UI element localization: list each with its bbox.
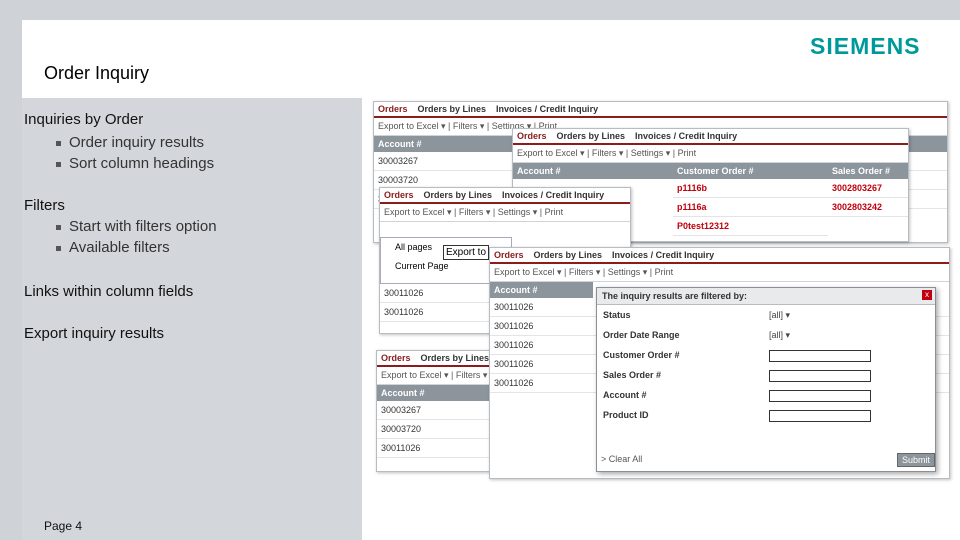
footer-copyright: For internal use only / © Siemens Indust… — [632, 526, 912, 540]
bullet-icon — [56, 161, 61, 167]
tab-orders[interactable]: Orders — [381, 353, 411, 363]
section-links: Links within column fields — [24, 283, 194, 300]
tab-orders[interactable]: Orders — [517, 131, 547, 141]
submit-button[interactable]: Submit — [897, 453, 936, 467]
toolbar: Export to Excel ▾ | Filters ▾ | Settings… — [380, 204, 630, 222]
table-row: 30003720 — [377, 420, 490, 439]
bullet-icon — [56, 224, 61, 230]
toolbar: Export to Excel ▾ | Filters ▾ | Settings… — [377, 367, 490, 385]
bullet-item: Start with filters option — [56, 218, 217, 235]
customer-order-input[interactable] — [769, 350, 871, 362]
bullet-icon — [56, 140, 61, 146]
bullet-item: Order inquiry results — [56, 134, 204, 151]
col-account[interactable]: Account # — [377, 385, 490, 401]
tab-orders-by-lines[interactable]: Orders by Lines — [534, 250, 603, 260]
filter-label: Product ID — [603, 410, 649, 420]
section-export: Export inquiry results — [24, 325, 165, 342]
toolbar: Export to Excel ▾ | Filters ▾ | Settings… — [490, 264, 949, 282]
tab-invoices[interactable]: Invoices / Credit Inquiry — [612, 250, 714, 260]
section-filters: Filters — [24, 197, 65, 214]
filter-title: The inquiry results are filtered by: — [597, 288, 935, 305]
bullet-item: Sort column headings — [56, 155, 214, 172]
col-customer-order[interactable]: Customer Order # — [673, 163, 828, 179]
close-icon[interactable]: x — [922, 290, 932, 300]
account-input[interactable] — [769, 390, 871, 402]
tab-orders[interactable]: Orders — [384, 190, 414, 200]
link-sales-order[interactable]: 3002803267 — [828, 179, 908, 198]
sales-order-input[interactable] — [769, 370, 871, 382]
clear-all-link[interactable]: > Clear All — [601, 454, 642, 464]
filter-label: Customer Order # — [603, 350, 680, 360]
tab-orders-by-lines[interactable]: Orders by Lines — [557, 131, 626, 141]
bullet-icon — [56, 245, 61, 251]
toolbar: Export to Excel ▾ | Filters ▾ | Settings… — [513, 145, 908, 163]
filter-label: Status — [603, 310, 631, 320]
table-row: 30011026 — [377, 439, 490, 458]
table-row: 30003267 — [377, 401, 490, 420]
link-customer-order[interactable]: P0test12312 — [673, 217, 828, 236]
col-account[interactable]: Account # — [513, 163, 673, 179]
status-select[interactable]: [all] ▾ — [769, 310, 790, 321]
export-current-page[interactable]: Current Page — [395, 261, 449, 271]
link-sales-order[interactable]: 3002803242 — [828, 198, 908, 217]
product-input[interactable] — [769, 410, 871, 422]
filter-label: Order Date Range — [603, 330, 680, 340]
filter-label: Sales Order # — [603, 370, 662, 380]
tab-orders-by-lines[interactable]: Orders by Lines — [424, 190, 493, 200]
col-sales-order[interactable]: Sales Order # — [828, 163, 908, 179]
page-number: Page 4 — [44, 519, 83, 533]
tab-orders[interactable]: Orders — [494, 250, 524, 260]
link-customer-order[interactable]: p1116a — [673, 198, 828, 217]
filter-label: Account # — [603, 390, 647, 400]
bullet-item: Available filters — [56, 239, 170, 256]
section-inquiries: Inquiries by Order — [24, 111, 144, 128]
tab-orders[interactable]: Orders — [378, 104, 408, 114]
screenshot-small: Orders Orders by Lines Export to Excel ▾ … — [376, 350, 491, 472]
date-select[interactable]: [all] ▾ — [769, 330, 790, 341]
page-title: Order Inquiry — [44, 63, 150, 83]
filter-dialog: The inquiry results are filtered by: x S… — [596, 287, 936, 472]
siemens-logo: SIEMENS — [810, 33, 921, 59]
tab-invoices[interactable]: Invoices / Credit Inquiry — [502, 190, 604, 200]
export-button[interactable]: Export to — [443, 245, 490, 260]
col-account[interactable]: Account # — [490, 282, 593, 298]
link-customer-order[interactable]: p1116b — [673, 179, 828, 198]
tab-invoices[interactable]: Invoices / Credit Inquiry — [496, 104, 598, 114]
tab-orders-by-lines[interactable]: Orders by Lines — [418, 104, 487, 114]
tab-invoices[interactable]: Invoices / Credit Inquiry — [635, 131, 737, 141]
export-all-pages[interactable]: All pages — [395, 242, 432, 252]
tab-orders-by-lines[interactable]: Orders by Lines — [421, 353, 490, 363]
